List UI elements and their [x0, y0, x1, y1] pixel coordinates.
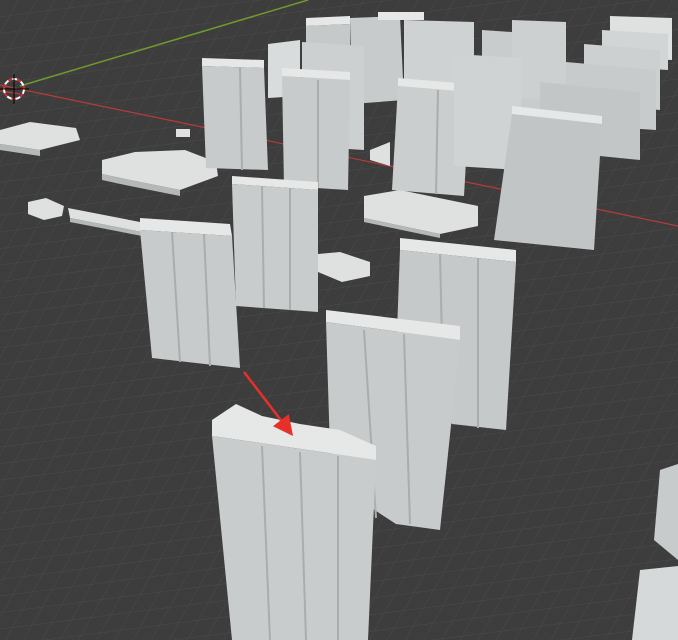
- tall-building-mid-3[interactable]: [282, 68, 350, 190]
- tall-building-near-2[interactable]: [140, 218, 240, 368]
- 3d-viewport[interactable]: [0, 0, 678, 640]
- scene-canvas[interactable]: [0, 0, 678, 640]
- tall-building-mid-1[interactable]: [202, 58, 268, 171]
- low-building-2[interactable]: [176, 129, 190, 137]
- tall-building-near-1[interactable]: [232, 176, 318, 312]
- tall-building-front[interactable]: [212, 404, 376, 640]
- tall-building-mid-6[interactable]: [494, 106, 602, 250]
